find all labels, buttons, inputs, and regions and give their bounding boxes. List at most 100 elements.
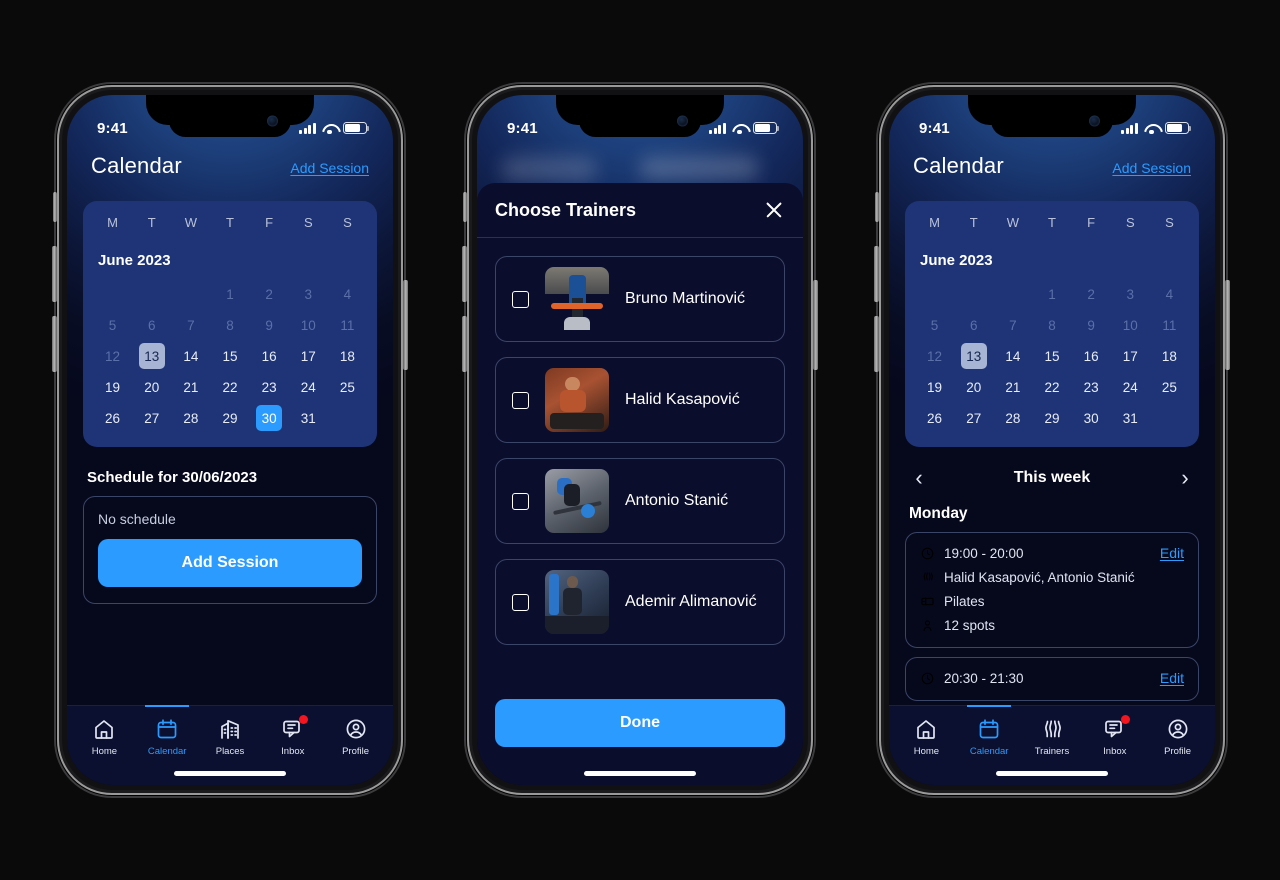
calendar-day[interactable]: 16 bbox=[1078, 343, 1104, 369]
tab-places[interactable]: Places bbox=[199, 705, 262, 757]
calendar-day[interactable]: 27 bbox=[961, 405, 987, 431]
calendar-day[interactable]: 23 bbox=[1078, 374, 1104, 400]
home-indicator[interactable] bbox=[174, 771, 286, 776]
tab-calendar[interactable]: Calendar bbox=[136, 705, 199, 757]
volume-up-button[interactable] bbox=[874, 246, 879, 302]
calendar-day[interactable]: 14 bbox=[1000, 343, 1026, 369]
calendar-day[interactable]: 28 bbox=[1000, 405, 1026, 431]
volume-up-button[interactable] bbox=[52, 246, 57, 302]
calendar-day[interactable]: 6 bbox=[961, 312, 987, 338]
volume-down-button[interactable] bbox=[874, 316, 879, 372]
trainer-list-item[interactable]: Bruno Martinović bbox=[495, 256, 785, 342]
trainer-checkbox[interactable] bbox=[512, 290, 529, 308]
volume-up-button[interactable] bbox=[462, 246, 467, 302]
calendar-day-selected[interactable]: 30 bbox=[256, 405, 283, 431]
tab-home[interactable]: Home bbox=[895, 705, 958, 757]
calendar-day[interactable]: 7 bbox=[178, 312, 204, 338]
calendar-day[interactable]: 27 bbox=[139, 405, 165, 431]
calendar-day[interactable]: 25 bbox=[1156, 374, 1182, 400]
calendar-day[interactable]: 1 bbox=[1039, 281, 1065, 307]
silent-switch[interactable] bbox=[875, 192, 879, 222]
done-button[interactable]: Done bbox=[495, 699, 785, 747]
tab-home[interactable]: Home bbox=[73, 705, 136, 757]
calendar-day[interactable]: 20 bbox=[139, 374, 165, 400]
calendar-day[interactable]: 25 bbox=[334, 374, 360, 400]
calendar-day[interactable]: 12 bbox=[922, 343, 948, 369]
tab-profile[interactable]: Profile bbox=[1146, 705, 1209, 757]
trainer-checkbox[interactable] bbox=[512, 593, 529, 611]
calendar-day[interactable]: 8 bbox=[217, 312, 243, 338]
calendar-day[interactable]: 29 bbox=[217, 405, 243, 431]
trainer-list-item[interactable]: Antonio Stanić bbox=[495, 458, 785, 544]
calendar-day[interactable]: 21 bbox=[178, 374, 204, 400]
calendar-day[interactable]: 31 bbox=[1117, 405, 1143, 431]
session-card[interactable]: 19:00 - 20:00 Edit Halid Kasapović, Antoni… bbox=[905, 532, 1199, 648]
calendar-day[interactable]: 2 bbox=[1078, 281, 1104, 307]
calendar-day[interactable]: 22 bbox=[1039, 374, 1065, 400]
calendar-day[interactable]: 19 bbox=[100, 374, 126, 400]
tab-inbox[interactable]: Inbox bbox=[261, 705, 324, 757]
calendar-day[interactable]: 14 bbox=[178, 343, 204, 369]
calendar-day[interactable]: 17 bbox=[295, 343, 321, 369]
add-session-link[interactable]: Add Session bbox=[1112, 160, 1191, 176]
calendar-day[interactable]: 26 bbox=[100, 405, 126, 431]
calendar-day[interactable]: 9 bbox=[1078, 312, 1104, 338]
calendar-day[interactable]: 18 bbox=[1156, 343, 1182, 369]
calendar-day[interactable]: 4 bbox=[334, 281, 360, 307]
calendar-day[interactable]: 17 bbox=[1117, 343, 1143, 369]
add-session-link[interactable]: Add Session bbox=[290, 160, 369, 176]
tab-profile[interactable]: Profile bbox=[324, 705, 387, 757]
calendar-day[interactable]: 23 bbox=[256, 374, 282, 400]
tab-inbox[interactable]: Inbox bbox=[1083, 705, 1146, 757]
calendar-day[interactable]: 15 bbox=[1039, 343, 1065, 369]
calendar-day[interactable]: 1 bbox=[217, 281, 243, 307]
volume-down-button[interactable] bbox=[462, 316, 467, 372]
calendar-day[interactable]: 30 bbox=[1078, 405, 1104, 431]
calendar-day[interactable]: 2 bbox=[256, 281, 282, 307]
chevron-right-icon[interactable]: › bbox=[1177, 467, 1193, 489]
trainer-checkbox[interactable] bbox=[512, 492, 529, 510]
calendar-day[interactable]: 31 bbox=[295, 405, 321, 431]
power-button[interactable] bbox=[1225, 280, 1230, 370]
calendar-day[interactable]: 11 bbox=[1156, 312, 1182, 338]
calendar-day[interactable]: 9 bbox=[256, 312, 282, 338]
calendar-day-today[interactable]: 13 bbox=[960, 343, 987, 369]
add-session-button[interactable]: Add Session bbox=[98, 539, 362, 587]
edit-session-link[interactable]: Edit bbox=[1160, 670, 1184, 686]
silent-switch[interactable] bbox=[463, 192, 467, 222]
session-card[interactable]: 20:30 - 21:30 Edit bbox=[905, 657, 1199, 701]
trainer-list-item[interactable]: Ademir Alimanović bbox=[495, 559, 785, 645]
calendar-day[interactable]: 20 bbox=[961, 374, 987, 400]
calendar-day[interactable]: 5 bbox=[100, 312, 126, 338]
tab-calendar[interactable]: Calendar bbox=[958, 705, 1021, 757]
calendar-day[interactable]: 8 bbox=[1039, 312, 1065, 338]
calendar-day[interactable]: 6 bbox=[139, 312, 165, 338]
calendar-day[interactable]: 12 bbox=[100, 343, 126, 369]
home-indicator[interactable] bbox=[584, 771, 696, 776]
silent-switch[interactable] bbox=[53, 192, 57, 222]
calendar-day[interactable]: 19 bbox=[922, 374, 948, 400]
chevron-left-icon[interactable]: ‹ bbox=[911, 467, 927, 489]
volume-down-button[interactable] bbox=[52, 316, 57, 372]
calendar-day[interactable]: 24 bbox=[1117, 374, 1143, 400]
calendar-day[interactable]: 15 bbox=[217, 343, 243, 369]
close-icon[interactable] bbox=[763, 199, 785, 221]
calendar-day[interactable]: 11 bbox=[334, 312, 360, 338]
calendar-day[interactable]: 18 bbox=[334, 343, 360, 369]
calendar-day[interactable]: 3 bbox=[1117, 281, 1143, 307]
calendar-day[interactable]: 21 bbox=[1000, 374, 1026, 400]
calendar-day[interactable]: 5 bbox=[922, 312, 948, 338]
calendar-day[interactable]: 7 bbox=[1000, 312, 1026, 338]
calendar-day[interactable]: 26 bbox=[922, 405, 948, 431]
calendar-day-today[interactable]: 13 bbox=[138, 343, 165, 369]
calendar-day[interactable]: 16 bbox=[256, 343, 282, 369]
tab-trainers[interactable]: Trainers bbox=[1021, 705, 1084, 757]
home-indicator[interactable] bbox=[996, 771, 1108, 776]
calendar-day[interactable]: 10 bbox=[295, 312, 321, 338]
calendar-day[interactable]: 29 bbox=[1039, 405, 1065, 431]
power-button[interactable] bbox=[813, 280, 818, 370]
calendar-day[interactable]: 10 bbox=[1117, 312, 1143, 338]
trainer-checkbox[interactable] bbox=[512, 391, 529, 409]
power-button[interactable] bbox=[403, 280, 408, 370]
calendar-day[interactable]: 4 bbox=[1156, 281, 1182, 307]
